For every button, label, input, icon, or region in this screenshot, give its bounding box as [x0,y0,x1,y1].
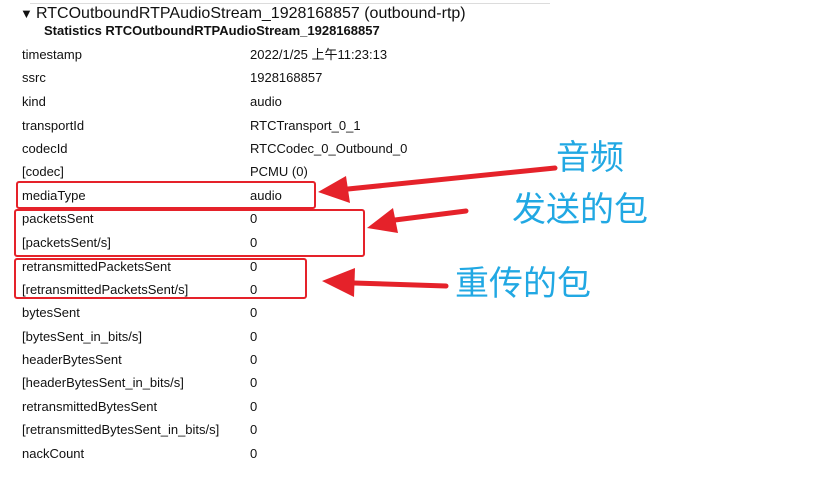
arrow-to-packetssent [392,208,469,223]
arrow-to-retransmitted [351,280,449,289]
annotation-retransmitted: 重传的包 [455,264,591,304]
arrow-head-icon [367,208,398,233]
arrow-to-mediatype [345,165,558,192]
arrow-head-icon [322,268,355,297]
annotation-arrows [318,165,558,297]
annotation-audio: 音频 [556,138,624,178]
arrow-head-icon [318,176,350,203]
annotation-packets-sent: 发送的包 [512,190,648,230]
